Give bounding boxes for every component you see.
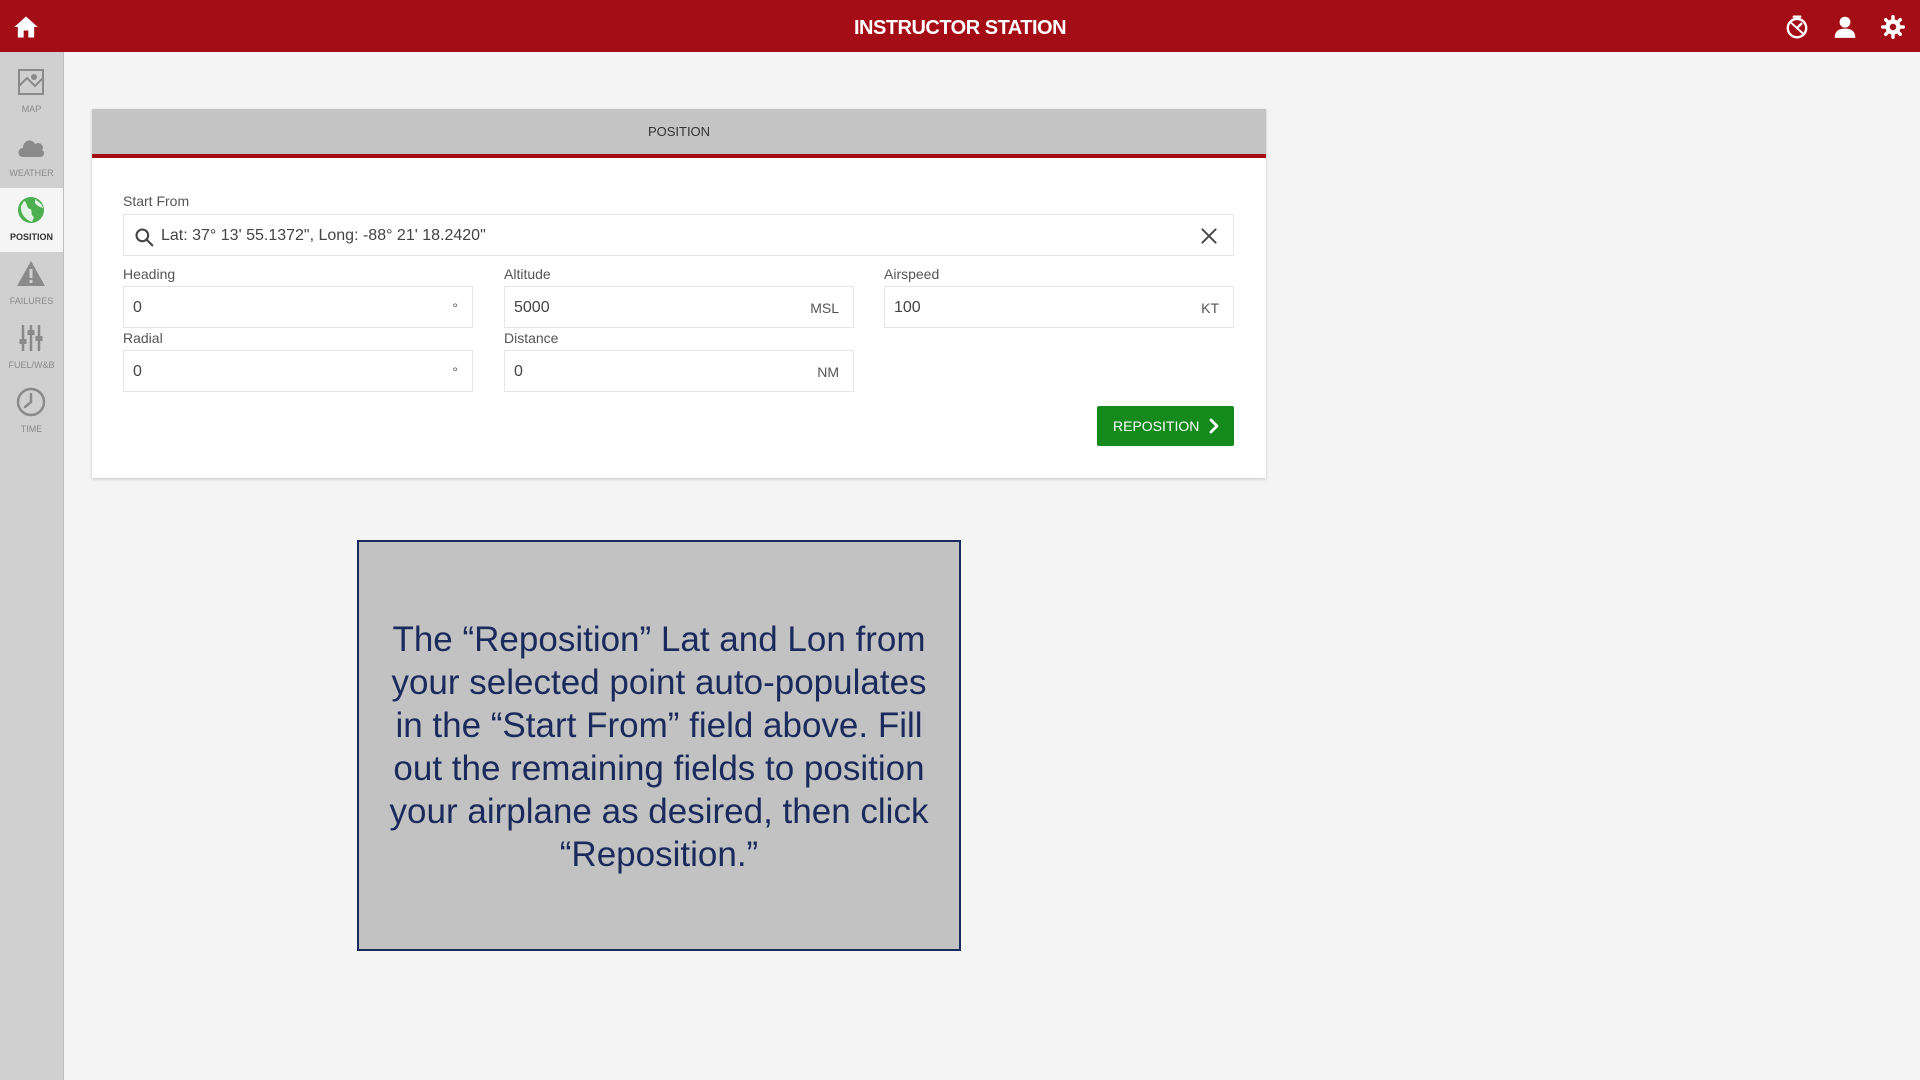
sidebar-item-label: FAILURES bbox=[9, 296, 54, 306]
sidebar-item-label: FUEL/W&B bbox=[8, 360, 55, 370]
sidebar-item-label: POSITION bbox=[9, 232, 53, 242]
heading-value: 0 bbox=[133, 299, 142, 316]
timer-icon[interactable] bbox=[1784, 14, 1810, 40]
airspeed-label: Airspeed bbox=[884, 266, 940, 282]
position-panel: POSITION Start From Lat: 37° 13' 55.1372… bbox=[92, 109, 1266, 478]
sliders-icon bbox=[19, 325, 43, 351]
radial-field[interactable]: 0 ° bbox=[123, 350, 473, 392]
distance-unit: NM bbox=[817, 364, 839, 380]
radial-unit: ° bbox=[452, 364, 458, 380]
sidebar-item-label: TIME bbox=[20, 424, 43, 434]
airspeed-field[interactable]: 100 KT bbox=[884, 286, 1234, 328]
heading-field[interactable]: 0 ° bbox=[123, 286, 473, 328]
heading-label: Heading bbox=[123, 266, 176, 282]
sidebar-item-fuel-wb[interactable]: FUEL/W&B bbox=[0, 316, 63, 380]
sidebar-item-weather[interactable]: WEATHER bbox=[0, 124, 63, 188]
sidebar-item-failures[interactable]: FAILURES bbox=[0, 252, 63, 316]
altitude-field[interactable]: 5000 MSL bbox=[504, 286, 854, 328]
start-from-value: Lat: 37° 13' 55.1372", Long: -88° 21' 18… bbox=[161, 227, 486, 244]
airspeed-value: 100 bbox=[894, 299, 921, 316]
close-icon[interactable] bbox=[1199, 226, 1219, 246]
sidebar: MAP WEATHER POSITION FAILURES FUEL/W&B T… bbox=[0, 52, 64, 1080]
top-bar: INSTRUCTOR STATION bbox=[0, 0, 1920, 52]
distance-field[interactable]: 0 NM bbox=[504, 350, 854, 392]
clock-icon bbox=[16, 387, 46, 417]
globe-icon bbox=[18, 197, 44, 223]
distance-label: Distance bbox=[504, 330, 559, 346]
search-icon bbox=[135, 228, 154, 247]
start-from-field[interactable]: Lat: 37° 13' 55.1372", Long: -88° 21' 18… bbox=[123, 214, 1234, 256]
distance-value: 0 bbox=[514, 363, 523, 380]
radial-value: 0 bbox=[133, 363, 142, 380]
altitude-label: Altitude bbox=[504, 266, 551, 282]
heading-unit: ° bbox=[452, 300, 458, 316]
sidebar-item-label: MAP bbox=[21, 104, 42, 114]
sidebar-item-label: WEATHER bbox=[9, 168, 54, 178]
sidebar-item-time[interactable]: TIME bbox=[0, 380, 63, 444]
gear-icon[interactable] bbox=[1880, 14, 1906, 40]
radial-label: Radial bbox=[123, 330, 163, 346]
panel-title: POSITION bbox=[92, 109, 1266, 158]
start-from-label: Start From bbox=[123, 193, 190, 209]
instruction-note: The “Reposition” Lat and Lon from your s… bbox=[357, 540, 961, 951]
altitude-value: 5000 bbox=[514, 299, 550, 316]
warning-icon bbox=[17, 261, 45, 286]
chevron-right-icon bbox=[1209, 418, 1219, 434]
reposition-button[interactable]: REPOSITION bbox=[1097, 406, 1234, 446]
altitude-unit: MSL bbox=[810, 300, 839, 316]
airspeed-unit: KT bbox=[1201, 300, 1219, 316]
map-icon bbox=[18, 69, 44, 95]
sidebar-item-position[interactable]: POSITION bbox=[0, 188, 63, 252]
sidebar-item-map[interactable]: MAP bbox=[0, 60, 63, 124]
cloud-icon bbox=[18, 140, 45, 157]
user-icon[interactable] bbox=[1832, 14, 1858, 40]
reposition-label: REPOSITION bbox=[1113, 418, 1200, 434]
app-title: INSTRUCTOR STATION bbox=[853, 17, 1067, 39]
instruction-text: The “Reposition” Lat and Lon from your s… bbox=[389, 620, 929, 874]
